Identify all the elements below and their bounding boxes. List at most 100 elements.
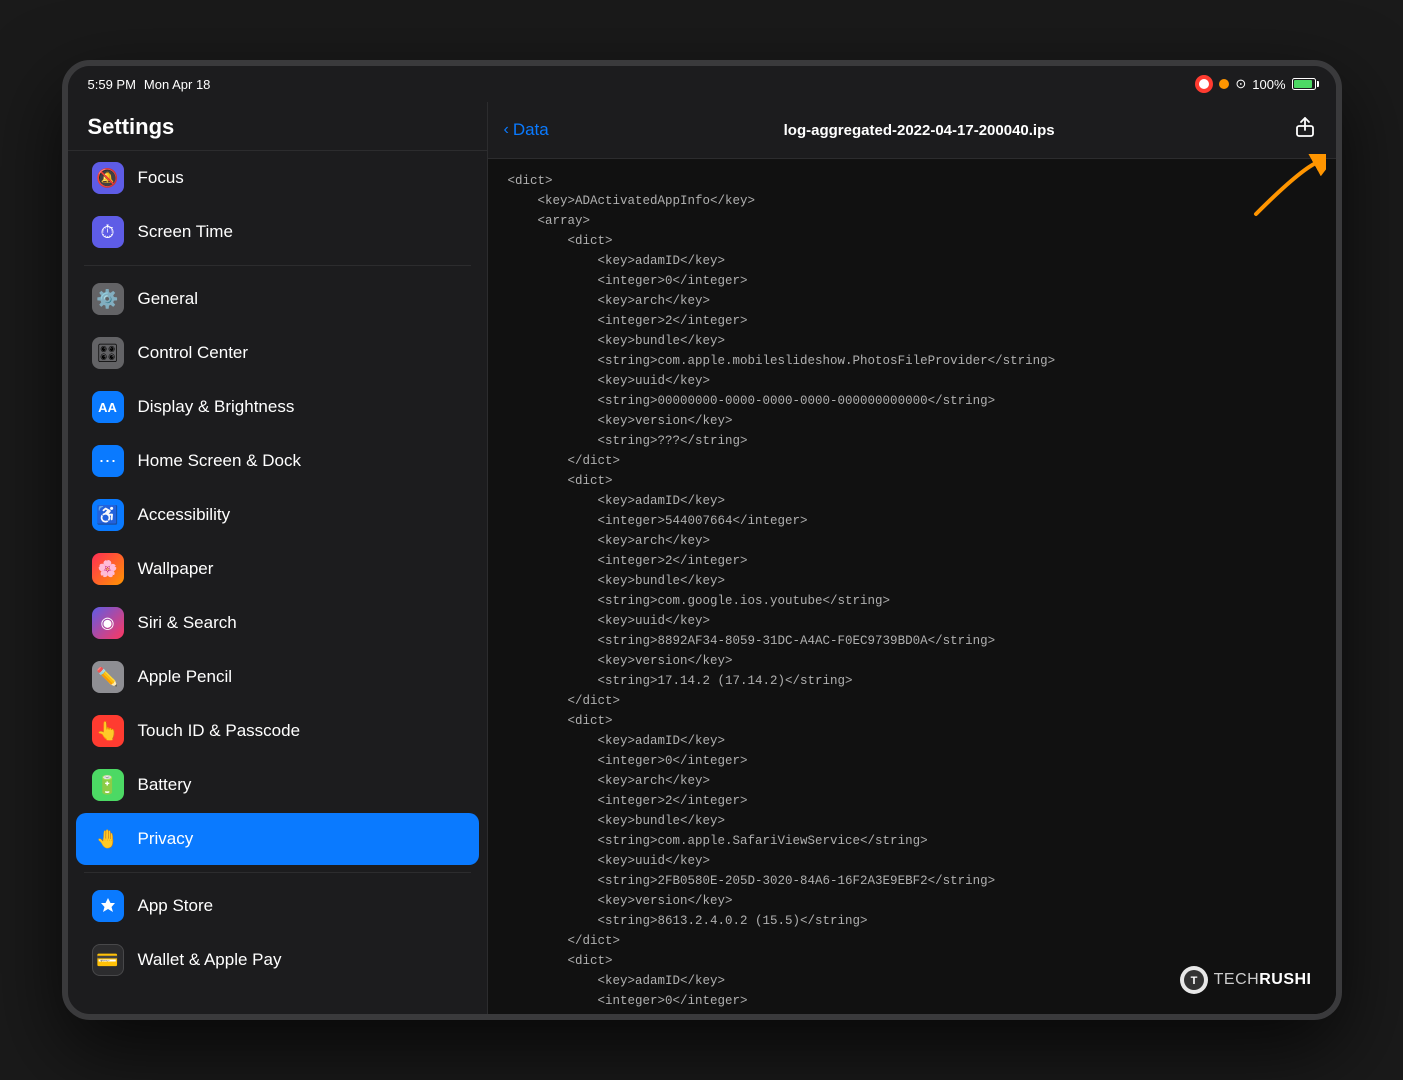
- svg-text:T: T: [1190, 975, 1197, 987]
- focus-icon: 🔕: [92, 162, 124, 194]
- right-panel: ‹ Data log-aggregated-2022-04-17-200040.…: [488, 102, 1336, 1014]
- sidebar-item-label: Wallet & Apple Pay: [138, 950, 282, 970]
- sidebar-item-focus[interactable]: 🔕 Focus: [76, 152, 479, 204]
- time: 5:59 PM: [88, 77, 136, 92]
- code-line: <key>uuid</key>: [508, 611, 1316, 631]
- status-right: ⊙ 100%: [1195, 75, 1315, 93]
- chevron-left-icon: ‹: [504, 121, 509, 139]
- sidebar-item-touch-id[interactable]: 👆 Touch ID & Passcode: [76, 705, 479, 757]
- sidebar-item-label: Battery: [138, 775, 192, 795]
- sidebar-item-app-store[interactable]: App Store: [76, 880, 479, 932]
- sidebar-item-label: Focus: [138, 168, 184, 188]
- sidebar-item-apple-pencil[interactable]: ✏️ Apple Pencil: [76, 651, 479, 703]
- control-center-icon: 🎛: [92, 337, 124, 369]
- siri-icon: ◉: [92, 607, 124, 639]
- sidebar-item-label: Control Center: [138, 343, 249, 363]
- back-button[interactable]: ‹ Data: [504, 120, 549, 140]
- code-line: <string>8613.2.4.0.2 (15.5)</string>: [508, 911, 1316, 931]
- privacy-icon: 🤚: [92, 823, 124, 855]
- battery-icon: [1292, 78, 1316, 90]
- right-panel-wrapper: ‹ Data log-aggregated-2022-04-17-200040.…: [488, 102, 1336, 1014]
- code-line: <integer>544007664</integer>: [508, 511, 1316, 531]
- battery-pct: 100%: [1252, 77, 1285, 92]
- code-line: <dict>: [508, 231, 1316, 251]
- apple-pencil-icon: ✏️: [92, 661, 124, 693]
- main-content: Settings 🔕 Focus ⏱ Screen Time ⚙️: [68, 102, 1336, 1014]
- sidebar-item-privacy[interactable]: 🤚 Privacy: [76, 813, 479, 865]
- code-panel[interactable]: <dict> <key>ADActivatedAppInfo</key> <ar…: [488, 159, 1336, 1014]
- sidebar-title: Settings: [68, 102, 487, 151]
- code-line: <key>bundle</key>: [508, 811, 1316, 831]
- wallet-icon: 💳: [92, 944, 124, 976]
- code-line: <integer>2</integer>: [508, 791, 1316, 811]
- code-line: <integer>2</integer>: [508, 311, 1316, 331]
- record-icon: [1195, 75, 1213, 93]
- sidebar-item-label: Touch ID & Passcode: [138, 721, 301, 741]
- sidebar-item-screen-time[interactable]: ⏱ Screen Time: [76, 206, 479, 258]
- sidebar-item-label: General: [138, 289, 198, 309]
- sidebar-item-siri[interactable]: ◉ Siri & Search: [76, 597, 479, 649]
- code-line: </dict>: [508, 931, 1316, 951]
- sidebar-item-wallpaper[interactable]: 🌸 Wallpaper: [76, 543, 479, 595]
- sidebar-item-label: Apple Pencil: [138, 667, 233, 687]
- code-line: <integer>2</integer>: [508, 551, 1316, 571]
- ipad-frame: 5:59 PM Mon Apr 18 ⊙ 100% Settings: [62, 60, 1342, 1020]
- code-line: <integer>0</integer>: [508, 271, 1316, 291]
- battery-settings-icon: 🔋: [92, 769, 124, 801]
- general-icon: ⚙️: [92, 283, 124, 315]
- code-line: <key>arch</key>: [508, 291, 1316, 311]
- code-line: <key>version</key>: [508, 891, 1316, 911]
- sidebar-item-label: Privacy: [138, 829, 194, 849]
- code-line: <key>uuid</key>: [508, 371, 1316, 391]
- touch-id-icon: 👆: [92, 715, 124, 747]
- code-line: <key>arch</key>: [508, 1011, 1316, 1014]
- panel-header: ‹ Data log-aggregated-2022-04-17-200040.…: [488, 102, 1336, 159]
- divider: [84, 872, 471, 873]
- code-line: <key>bundle</key>: [508, 571, 1316, 591]
- home-screen-icon: ⋯: [92, 445, 124, 477]
- code-line: <integer>0</integer>: [508, 751, 1316, 771]
- date: Mon Apr 18: [144, 77, 211, 92]
- watermark-text: TECHRUSHI: [1214, 971, 1312, 989]
- sidebar-item-general[interactable]: ⚙️ General: [76, 273, 479, 325]
- code-line: <key>uuid</key>: [508, 851, 1316, 871]
- accessibility-icon: ♿: [92, 499, 124, 531]
- code-line: <key>version</key>: [508, 651, 1316, 671]
- sidebar-item-battery[interactable]: 🔋 Battery: [76, 759, 479, 811]
- code-line: <key>adamID</key>: [508, 731, 1316, 751]
- sidebar-item-label: Siri & Search: [138, 613, 237, 633]
- code-line: <key>arch</key>: [508, 531, 1316, 551]
- code-line: <integer>0</integer>: [508, 991, 1316, 1011]
- code-line: <key>adamID</key>: [508, 251, 1316, 271]
- code-line: <key>adamID</key>: [508, 491, 1316, 511]
- back-label: Data: [513, 120, 549, 140]
- sidebar-item-label: Display & Brightness: [138, 397, 295, 417]
- sidebar-item-display-brightness[interactable]: AA Display & Brightness: [76, 381, 479, 433]
- sidebar-item-label: Home Screen & Dock: [138, 451, 301, 471]
- code-line: <dict>: [508, 171, 1316, 191]
- code-line: <string>8892AF34-8059-31DC-A4AC-F0EC9739…: [508, 631, 1316, 651]
- watermark-part1: TECH: [1214, 971, 1260, 988]
- code-line: <string>00000000-0000-0000-0000-00000000…: [508, 391, 1316, 411]
- share-button[interactable]: [1290, 112, 1320, 148]
- watermark-logo: T: [1180, 966, 1208, 994]
- sidebar-item-home-screen[interactable]: ⋯ Home Screen & Dock: [76, 435, 479, 487]
- sidebar-item-label: Wallpaper: [138, 559, 214, 579]
- wallpaper-icon: 🌸: [92, 553, 124, 585]
- sidebar-item-accessibility[interactable]: ♿ Accessibility: [76, 489, 479, 541]
- code-line: <string>2FB0580E-205D-3020-84A6-16F2A3E9…: [508, 871, 1316, 891]
- sidebar-item-label: Accessibility: [138, 505, 231, 525]
- code-line: <array>: [508, 211, 1316, 231]
- code-line: <string>com.apple.mobileslideshow.Photos…: [508, 351, 1316, 371]
- code-line: </dict>: [508, 451, 1316, 471]
- watermark: T TECHRUSHI: [1180, 966, 1312, 994]
- code-line: <key>bundle</key>: [508, 331, 1316, 351]
- battery-body: [1292, 78, 1316, 90]
- app-store-icon: [92, 890, 124, 922]
- record-dot: [1199, 79, 1209, 89]
- sidebar-item-control-center[interactable]: 🎛 Control Center: [76, 327, 479, 379]
- code-line: <string>com.apple.SafariViewService</str…: [508, 831, 1316, 851]
- sidebar-item-wallet[interactable]: 💳 Wallet & Apple Pay: [76, 934, 479, 986]
- sidebar-item-label: Screen Time: [138, 222, 233, 242]
- code-line: <string>???</string>: [508, 431, 1316, 451]
